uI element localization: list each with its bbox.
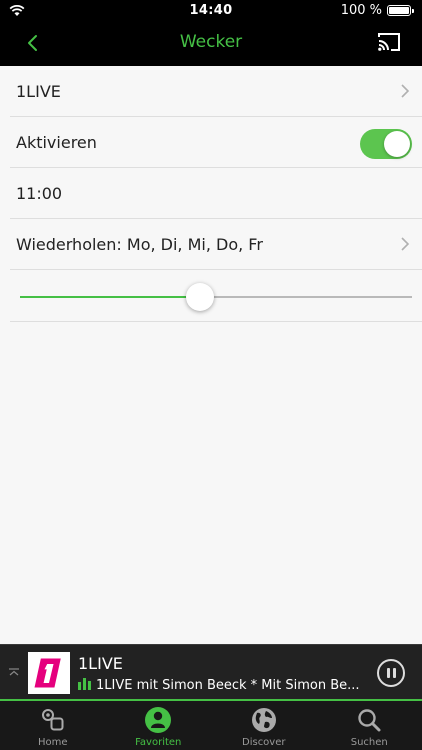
now-playing-text: 1LIVE mit Simon Beeck * Mit Simon Be... [96, 678, 360, 693]
repeat-label: Wiederholen: Mo, Di, Mi, Do, Fr [16, 235, 263, 254]
alarm-time: 11:00 [16, 184, 63, 203]
volume-slider-fill [20, 296, 201, 298]
equalizer-icon [78, 678, 91, 690]
chevron-right-icon [401, 84, 410, 98]
mini-player[interactable]: 1LIVE 1LIVE mit Simon Beeck * Mit Simon … [0, 644, 422, 701]
activate-label: Aktivieren [16, 133, 97, 152]
activate-row: Aktivieren [10, 117, 422, 168]
tab-discover-label: Discover [242, 737, 286, 748]
time-row[interactable]: 11:00 [10, 168, 422, 219]
page-title: Wecker [179, 32, 243, 52]
tab-discover[interactable]: Discover [211, 701, 317, 750]
now-playing: 1LIVE mit Simon Beeck * Mit Simon Be... [78, 678, 363, 693]
volume-row [10, 270, 422, 322]
globe-icon [251, 708, 276, 732]
tab-home-label: Home [37, 737, 68, 748]
chevron-right-icon [401, 237, 410, 251]
tab-home[interactable]: Home [0, 701, 106, 750]
toggle-knob [384, 131, 410, 157]
expand-player-icon[interactable] [8, 667, 20, 679]
station-logo [28, 652, 70, 694]
pause-button[interactable] [377, 659, 405, 687]
tab-search-label: Suchen [350, 737, 388, 748]
volume-slider-thumb[interactable] [186, 283, 215, 311]
tab-bar: Home Favoriten Discover Suchen [0, 701, 422, 750]
tab-favorites[interactable]: Favoriten [106, 701, 212, 750]
battery-icon [387, 5, 414, 16]
repeat-row[interactable]: Wiederholen: Mo, Di, Mi, Do, Fr [10, 219, 422, 270]
favorites-icon [145, 707, 172, 733]
status-bar: 14:40 100 % [0, 0, 422, 20]
search-icon [358, 709, 381, 732]
tab-favorites-label: Favoriten [135, 737, 182, 748]
station-row[interactable]: 1LIVE [10, 66, 422, 117]
player-station: 1LIVE [78, 654, 123, 673]
alarm-settings-list: 1LIVE Aktivieren 11:00 Wiederholen: Mo, … [0, 66, 422, 322]
cast-icon[interactable] [376, 30, 402, 54]
station-label: 1LIVE [16, 82, 61, 101]
nav-bar: Wecker [0, 20, 422, 66]
activate-toggle[interactable] [360, 129, 412, 159]
volume-slider[interactable] [20, 283, 412, 311]
tab-search[interactable]: Suchen [317, 701, 422, 750]
home-icon [41, 709, 64, 731]
battery-percent: 100 % [340, 3, 382, 18]
